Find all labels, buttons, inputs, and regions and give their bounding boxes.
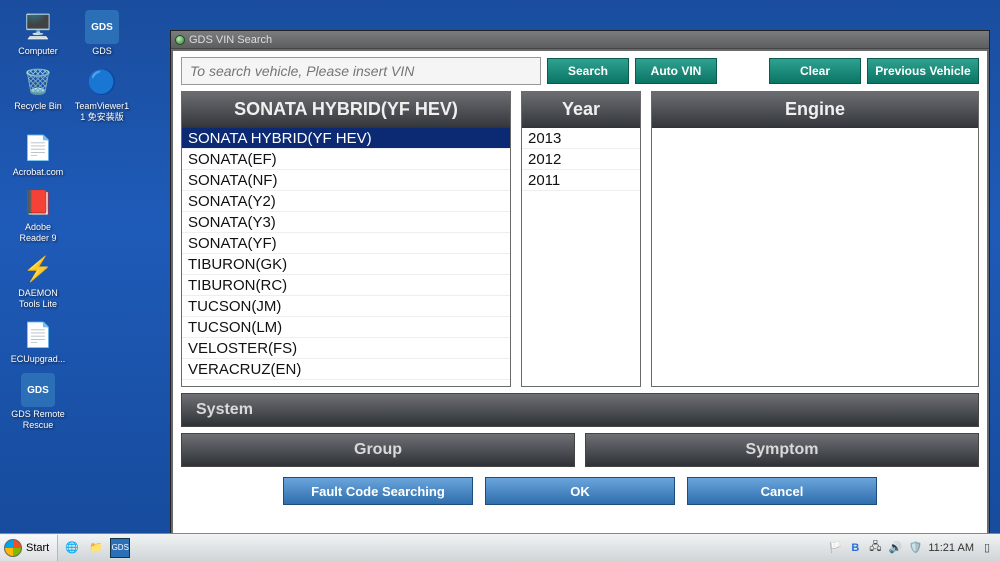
vin-input[interactable] [181, 57, 541, 85]
app-icon [175, 35, 185, 45]
list-item[interactable]: 2012 [522, 149, 640, 170]
desktop-icon-label: ECUupgrad... [11, 354, 66, 365]
taskbar-clock[interactable]: 11:21 AM [928, 542, 974, 554]
show-desktop-button[interactable]: ▯ [980, 541, 994, 555]
model-column: SONATA HYBRID(YF HEV) SONATA HYBRID(YF H… [181, 91, 511, 387]
list-item[interactable]: SONATA(EF) [182, 149, 510, 170]
list-item[interactable]: 2011 [522, 170, 640, 191]
desktop-glyph-icon: 📄 [21, 131, 55, 165]
list-item[interactable]: SONATA(Y3) [182, 212, 510, 233]
engine-column: Engine [651, 91, 979, 387]
desktop-glyph-icon: 🖥️ [21, 10, 55, 44]
system-panel[interactable]: System [181, 393, 979, 427]
model-list[interactable]: SONATA HYBRID(YF HEV)SONATA(EF)SONATA(NF… [182, 128, 510, 386]
desktop-icon[interactable]: 📄 Acrobat.com [8, 129, 68, 180]
list-item[interactable]: SONATA(NF) [182, 170, 510, 191]
cancel-button[interactable]: Cancel [687, 477, 877, 505]
year-list[interactable]: 201320122011 [522, 128, 640, 386]
desktop-icon[interactable]: 📄 ECUupgrad... [8, 316, 68, 367]
ie-quicklaunch-icon[interactable]: 🌐 [62, 538, 82, 558]
start-label: Start [26, 542, 49, 554]
clear-button[interactable]: Clear [769, 58, 861, 84]
desktop-icon[interactable]: 📕Adobe Reader 9 [8, 184, 68, 246]
desktop: 🖥️ Computer GDS GDS 🗑️ Recycle Bin 🔵TeamViewer… [0, 0, 1000, 533]
desktop-glyph-icon: 🔵 [85, 65, 119, 99]
auto-vin-button[interactable]: Auto VIN [635, 58, 717, 84]
list-item[interactable]: TUCSON(LM) [182, 317, 510, 338]
list-item[interactable]: TUCSON(JM) [182, 296, 510, 317]
year-column-header: Year [522, 92, 640, 128]
desktop-icon-label: Acrobat.com [13, 167, 64, 178]
list-item[interactable]: 2013 [522, 128, 640, 149]
list-item[interactable]: SONATA(Y2) [182, 191, 510, 212]
desktop-icon[interactable]: 🗑️ Recycle Bin [8, 63, 68, 125]
desktop-icon-label: GDS [92, 46, 112, 57]
fault-code-button[interactable]: Fault Code Searching [283, 477, 473, 505]
gds-taskbar-button[interactable]: GDS [110, 538, 130, 558]
desktop-icon[interactable]: 🖥️ Computer [8, 8, 68, 59]
shield-tray-icon[interactable]: 🛡️ [908, 541, 922, 555]
list-item[interactable]: TIBURON(GK) [182, 254, 510, 275]
desktop-glyph-icon: ⚡ [21, 252, 55, 286]
group-symptom-row: Group Symptom [181, 433, 979, 467]
desktop-icon-grid: 🖥️ Computer GDS GDS 🗑️ Recycle Bin 🔵TeamViewer… [8, 8, 132, 433]
desktop-icon-label: TeamViewer11 免安装版 [74, 101, 130, 123]
symptom-button[interactable]: Symptom [585, 433, 979, 467]
list-item[interactable]: VERACRUZ(EN) [182, 359, 510, 380]
dialog-body: Search Auto VIN Clear Previous Vehicle S… [173, 51, 987, 533]
desktop-icon-label: DAEMON Tools Lite [10, 288, 66, 310]
desktop-icon[interactable]: GDSGDS Remote Rescue [8, 371, 68, 433]
engine-column-header: Engine [652, 92, 978, 128]
selector-columns: SONATA HYBRID(YF HEV) SONATA HYBRID(YF H… [181, 91, 979, 387]
desktop-icon-label: GDS Remote Rescue [10, 409, 66, 431]
desktop-icon[interactable]: 🔵TeamViewer11 免安装版 [72, 63, 132, 125]
dialog-title: GDS VIN Search [189, 34, 272, 46]
year-column: Year 201320122011 [521, 91, 641, 387]
desktop-icon[interactable]: ⚡DAEMON Tools Lite [8, 250, 68, 312]
dialog-action-row: Fault Code Searching OK Cancel [181, 473, 979, 505]
desktop-icon-label: Adobe Reader 9 [10, 222, 66, 244]
previous-vehicle-button[interactable]: Previous Vehicle [867, 58, 979, 84]
windows-orb-icon [4, 539, 22, 557]
model-column-header: SONATA HYBRID(YF HEV) [182, 92, 510, 128]
vin-search-dialog: GDS VIN Search Search Auto VIN Clear Pre… [170, 30, 990, 536]
search-button[interactable]: Search [547, 58, 629, 84]
ok-button[interactable]: OK [485, 477, 675, 505]
network-tray-icon[interactable]: 🖧 [868, 541, 882, 555]
desktop-icon[interactable]: GDS GDS [72, 8, 132, 59]
desktop-glyph-icon: 📄 [21, 318, 55, 352]
volume-tray-icon[interactable]: 🔊 [888, 541, 902, 555]
bluetooth-tray-icon[interactable]: B [848, 541, 862, 555]
group-button[interactable]: Group [181, 433, 575, 467]
explorer-quicklaunch-icon[interactable]: 📁 [86, 538, 106, 558]
taskbar: Start 🌐 📁 GDS 🏳️ B 🖧 🔊 🛡️ 11:21 AM ▯ [0, 533, 1000, 561]
desktop-glyph-icon: 📕 [21, 186, 55, 220]
start-button[interactable]: Start [0, 535, 58, 561]
search-toolbar: Search Auto VIN Clear Previous Vehicle [181, 57, 979, 85]
desktop-glyph-icon: GDS [21, 373, 55, 407]
desktop-glyph-icon: 🗑️ [21, 65, 55, 99]
desktop-icon-label: Computer [18, 46, 58, 57]
dialog-titlebar[interactable]: GDS VIN Search [171, 31, 989, 49]
system-tray: 🏳️ B 🖧 🔊 🛡️ 11:21 AM ▯ [822, 541, 1000, 555]
desktop-glyph-icon: GDS [85, 10, 119, 44]
list-item[interactable]: TIBURON(RC) [182, 275, 510, 296]
desktop-icon-label: Recycle Bin [14, 101, 62, 112]
flag-tray-icon[interactable]: 🏳️ [828, 541, 842, 555]
engine-list[interactable] [652, 128, 978, 386]
list-item[interactable]: SONATA(YF) [182, 233, 510, 254]
list-item[interactable]: VELOSTER(FS) [182, 338, 510, 359]
list-item[interactable]: SONATA HYBRID(YF HEV) [182, 128, 510, 149]
